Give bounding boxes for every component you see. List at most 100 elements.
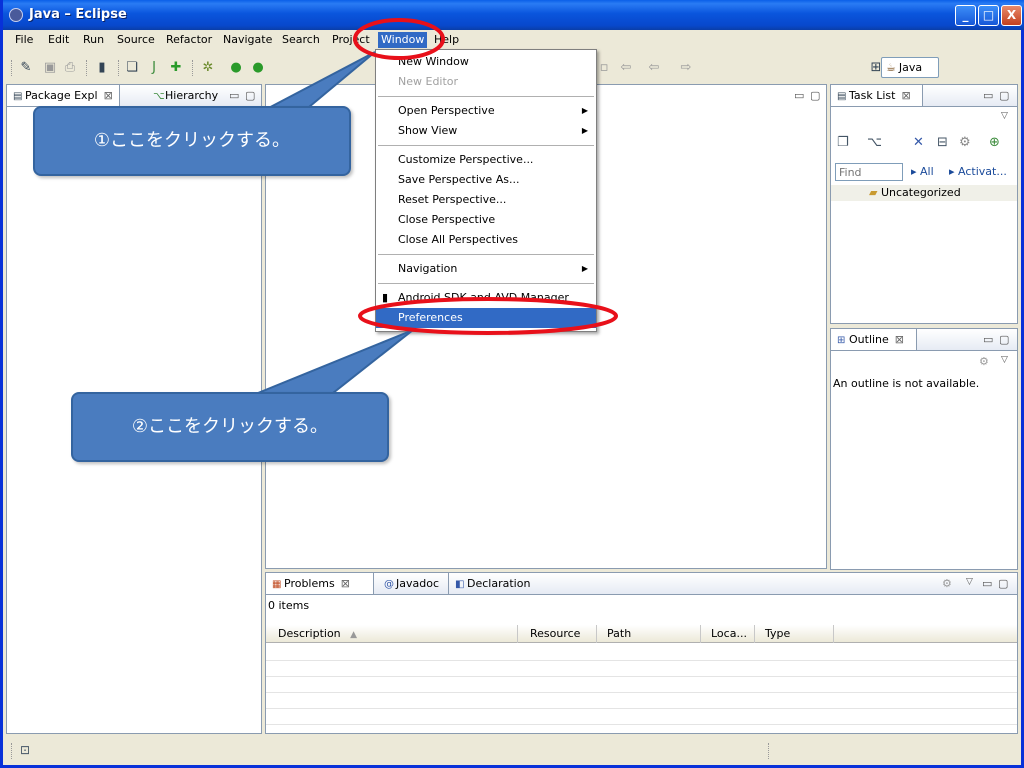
menu-item-customize-perspective[interactable]: Customize Perspective... — [376, 150, 596, 170]
tab-package-explorer[interactable]: ▤ Package Expl ⊠ — [7, 85, 120, 106]
outline-message: An outline is not available. — [833, 377, 980, 390]
menu-item-new-editor[interactable]: New Editor — [376, 72, 596, 92]
uncategorized-row[interactable]: ▰ Uncategorized — [831, 185, 1017, 201]
window-title: Java – Eclipse — [29, 7, 127, 22]
sync-icon[interactable]: ⚙ — [942, 577, 952, 590]
column-path[interactable]: Path — [597, 625, 701, 643]
close-icon[interactable]: ⊠ — [104, 89, 113, 102]
tab-label: Hierarchy — [165, 89, 219, 102]
close-button[interactable]: X — [1001, 5, 1022, 26]
table-row — [266, 677, 1017, 693]
forward-nav-icon[interactable]: ⇨ — [678, 60, 694, 76]
window-menu-dropdown: New Window New Editor Open Perspective ▶ … — [375, 49, 597, 332]
menu-refactor[interactable]: Refactor — [163, 32, 215, 48]
run-icon[interactable]: ● — [228, 60, 244, 76]
menu-item-reset-perspective[interactable]: Reset Perspective... — [376, 190, 596, 210]
view-menu-icon[interactable]: ▽ — [1001, 111, 1008, 121]
menu-run[interactable]: Run — [80, 32, 107, 48]
new-java-package-icon[interactable]: J — [146, 60, 162, 76]
minimize-icon[interactable]: ▭ — [982, 577, 992, 590]
column-location[interactable]: Loca... — [701, 625, 755, 643]
tab-declaration[interactable]: ◧ Declaration — [448, 573, 536, 594]
close-icon[interactable]: ⊠ — [341, 577, 350, 590]
maximize-icon[interactable]: ▢ — [998, 577, 1008, 590]
view-menu-icon[interactable]: ▽ — [1001, 355, 1008, 365]
close-icon[interactable]: ⊠ — [901, 89, 910, 102]
toolbar-separator — [192, 60, 194, 76]
filter-activate-link[interactable]: ▸ Activat... — [949, 165, 1007, 178]
back-nav-icon[interactable]: ⇦ — [646, 60, 662, 76]
menu-project[interactable]: Project — [329, 32, 373, 48]
column-type[interactable]: Type — [755, 625, 834, 643]
tab-outline[interactable]: ⊞ Outline ⊠ — [831, 329, 917, 350]
back-icon[interactable]: ⇦ — [618, 60, 634, 76]
menu-item-android-sdk-manager[interactable]: ▮ Android SDK and AVD Manager — [376, 288, 596, 308]
hierarchy-icon: ⌥ — [153, 91, 165, 102]
menu-item-navigation[interactable]: Navigation ▶ — [376, 259, 596, 279]
save-icon[interactable]: ▣ — [42, 60, 58, 76]
tab-label: Task List — [849, 89, 896, 102]
maximize-icon[interactable]: ▢ — [999, 89, 1009, 102]
categorize-icon[interactable]: ⌥ — [867, 135, 882, 150]
minimize-icon[interactable]: ▭ — [794, 89, 804, 102]
menu-help[interactable]: Help — [431, 32, 462, 48]
left-panel-tabbar: ▤ Package Expl ⊠ ⌥Hierarchy ▭ ▢ — [7, 85, 261, 107]
close-icon[interactable]: ⊠ — [895, 333, 904, 346]
minimize-button[interactable]: _ — [955, 5, 976, 26]
status-separator — [11, 743, 13, 759]
repository-icon[interactable]: ⊕ — [989, 135, 1000, 150]
tab-task-list[interactable]: ▤ Task List ⊠ — [831, 85, 923, 106]
menu-item-new-window[interactable]: New Window — [376, 52, 596, 72]
table-row — [266, 709, 1017, 725]
menu-edit[interactable]: Edit — [45, 32, 72, 48]
sync-icon[interactable]: ⚙ — [959, 135, 971, 150]
new-icon[interactable]: ✎ — [18, 60, 34, 76]
fast-view-icon[interactable]: ⊡ — [20, 743, 30, 757]
table-row — [266, 693, 1017, 709]
new-task-icon[interactable]: ❐ — [837, 135, 849, 150]
menu-navigate[interactable]: Navigate — [220, 32, 275, 48]
maximize-icon[interactable]: ▢ — [810, 89, 820, 102]
delete-icon[interactable]: ✕ — [913, 135, 924, 150]
android-device-icon[interactable]: ▮ — [94, 60, 110, 76]
column-resource[interactable]: Resource — [518, 625, 597, 643]
menu-window[interactable]: Window — [378, 32, 428, 48]
column-description[interactable]: Description ▲ — [266, 625, 518, 643]
prev-annotation-icon[interactable]: ▫ — [596, 60, 612, 76]
new-class-icon[interactable]: ✚ — [168, 60, 184, 76]
new-java-project-icon[interactable]: ❏ — [124, 60, 140, 76]
minimize-icon[interactable]: ▭ — [229, 89, 239, 102]
tab-problems[interactable]: ▦ Problems ⊠ — [266, 573, 374, 594]
filter-activate-label: Activat... — [958, 165, 1007, 178]
tab-hierarchy[interactable]: ⌥Hierarchy — [147, 85, 224, 106]
menu-item-close-perspective[interactable]: Close Perspective — [376, 210, 596, 230]
maximize-icon[interactable]: ▢ — [999, 333, 1009, 346]
collapse-all-icon[interactable]: ⊟ — [937, 135, 948, 150]
filter-all-link[interactable]: ▸ All — [911, 165, 934, 178]
minimize-icon[interactable]: ▭ — [983, 89, 993, 102]
menu-item-save-perspective[interactable]: Save Perspective As... — [376, 170, 596, 190]
problems-icon: ▦ — [272, 579, 282, 590]
menu-item-show-view[interactable]: Show View ▶ — [376, 121, 596, 141]
menu-source[interactable]: Source — [114, 32, 158, 48]
sync-icon[interactable]: ⚙ — [979, 355, 989, 368]
debug-icon[interactable]: ✲ — [200, 60, 216, 76]
run-external-icon[interactable]: ● — [250, 60, 266, 76]
minimize-icon[interactable]: ▭ — [983, 333, 993, 346]
menu-item-preferences[interactable]: Preferences — [376, 308, 596, 328]
view-menu-icon[interactable]: ▽ — [966, 577, 973, 587]
menu-item-open-perspective[interactable]: Open Perspective ▶ — [376, 101, 596, 121]
menu-separator — [378, 145, 594, 146]
callout-step2: ②ここをクリックする。 — [71, 392, 389, 462]
find-input[interactable] — [835, 163, 903, 181]
maximize-button[interactable]: □ — [978, 5, 999, 26]
tab-javadoc[interactable]: @ Javadoc — [378, 573, 445, 594]
menu-separator — [378, 254, 594, 255]
print-icon[interactable]: ⎙ — [62, 60, 78, 76]
menu-search[interactable]: Search — [279, 32, 323, 48]
menu-item-close-all-perspectives[interactable]: Close All Perspectives — [376, 230, 596, 250]
folder-icon: ▰ — [869, 186, 878, 199]
java-perspective-button[interactable]: ☕ Java — [881, 57, 939, 78]
maximize-icon[interactable]: ▢ — [245, 89, 255, 102]
menu-file[interactable]: File — [12, 32, 36, 48]
